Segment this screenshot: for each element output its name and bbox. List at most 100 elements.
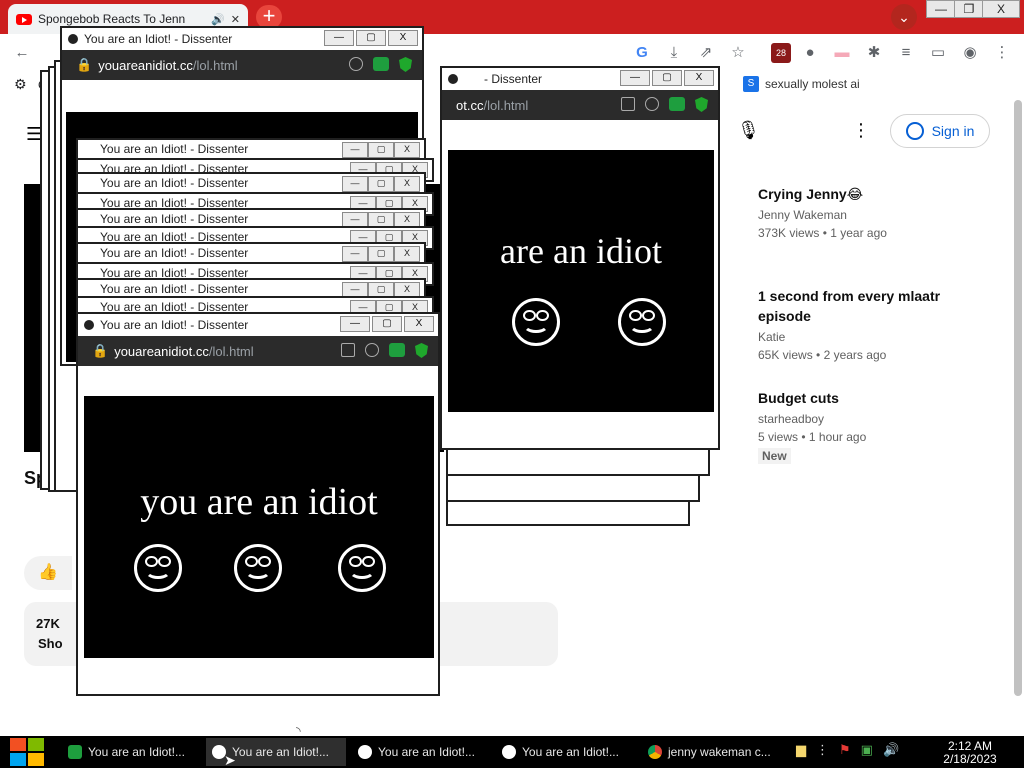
popup-window-front[interactable]: You are an Idiot! - Dissenter — ▢ X 🔒 yo…	[76, 312, 440, 696]
browser-minimize-button[interactable]: —	[926, 0, 956, 18]
taskbar-task-label: You are an Idiot!...	[232, 745, 329, 759]
popup-maximize-button[interactable]: ▢	[368, 176, 394, 192]
shield-icon[interactable]	[399, 57, 412, 72]
shield-icon[interactable]	[695, 97, 708, 112]
popup-close-button[interactable]: X	[404, 316, 434, 332]
microphone-icon[interactable]: 🎙	[737, 120, 760, 141]
recommendation-item[interactable]: 1 second from every mlaatr episode Katie…	[758, 286, 988, 362]
popup-maximize-button[interactable]: ▢	[652, 70, 682, 86]
sign-in-button[interactable]: Sign in	[890, 114, 990, 148]
reading-list-icon[interactable]: ≡	[896, 43, 916, 63]
popup-maximize-button[interactable]: ▢	[368, 246, 394, 262]
browser-restore-button[interactable]: ❐	[954, 0, 984, 18]
rec-channel[interactable]: Jenny Wakeman	[758, 208, 988, 222]
profile-icon[interactable]: ◉	[960, 43, 980, 63]
popup-window-controls: — ▢ X	[324, 30, 418, 46]
start-button[interactable]	[10, 738, 44, 766]
more-options-icon[interactable]: ⋮	[852, 120, 870, 141]
popup-minimize-button[interactable]: —	[324, 30, 354, 46]
apps-icon[interactable]: ⚙	[14, 76, 27, 93]
blocked-autoplay-icon[interactable]	[645, 97, 659, 111]
speaker-icon[interactable]: 🔊	[211, 13, 225, 26]
shield-icon[interactable]	[415, 343, 428, 358]
popup-minimize-button[interactable]: —	[620, 70, 650, 86]
clock-date: 2/18/2023	[943, 752, 997, 766]
blocked-autoplay-icon[interactable]	[365, 343, 379, 357]
popup-close-button[interactable]: X	[684, 70, 714, 86]
page-scrollbar[interactable]	[1014, 100, 1022, 696]
rec-meta: 5 views • 1 hour ago	[758, 430, 867, 444]
popup-window-right[interactable]: - Dissenter — ▢ X ot.cc/lol.html are an …	[440, 66, 720, 450]
recommendation-item[interactable]: Budget cuts starheadboy 5 views • 1 hour…	[758, 388, 988, 464]
popup-maximize-button[interactable]: ▢	[368, 142, 394, 158]
taskbar-task[interactable]: You are an Idiot!...	[62, 738, 198, 766]
bookmark-item[interactable]: S sexually molest ai	[743, 76, 860, 92]
bookmark-star-icon[interactable]: ☆	[728, 43, 748, 63]
volume-icon[interactable]: 🔊	[883, 742, 899, 758]
taskbar-task[interactable]: You are an Idiot!...	[496, 738, 632, 766]
google-icon[interactable]: G	[632, 43, 652, 63]
stacked-popup-title: You are an Idiot! - Dissenter	[100, 212, 249, 226]
popup-window-controls: — ▢ X	[340, 316, 434, 332]
url-text: youareanidiot.cc/lol.html	[114, 343, 254, 359]
browser-close-button[interactable]: X	[982, 0, 1020, 18]
popup-close-button[interactable]: X	[394, 142, 420, 158]
dissenter-icon[interactable]	[389, 343, 405, 357]
extension-badge[interactable]: 28	[771, 43, 791, 63]
like-button[interactable]: 👍	[24, 556, 72, 590]
flag-extension-icon[interactable]: ▬	[832, 43, 852, 63]
clock[interactable]: 2:12 AM 2/18/2023	[930, 740, 1010, 766]
rec-channel[interactable]: Katie	[758, 330, 988, 344]
tab-search-chevron-icon[interactable]: ⌄	[891, 4, 917, 30]
tray-more-icon[interactable]: ⋮	[816, 742, 829, 758]
popup-minimize-button[interactable]: —	[342, 176, 368, 192]
chrome-menu-icon[interactable]: ⋮	[992, 43, 1012, 63]
url-text: youareanidiot.cc/lol.html	[98, 57, 238, 73]
network-icon[interactable]: ▣	[861, 742, 873, 758]
description-show-more[interactable]: Sho	[38, 636, 63, 651]
tab-close-icon[interactable]: ✕	[231, 13, 240, 26]
flag-icon[interactable]: ⚑	[839, 742, 851, 758]
popup-url-bar[interactable]: 🔒 youareanidiot.cc/lol.html	[62, 50, 422, 80]
rec-channel[interactable]: starheadboy	[758, 412, 988, 426]
popup-close-button[interactable]: X	[394, 246, 420, 262]
popup-title: - Dissenter	[484, 72, 543, 86]
popup-close-button[interactable]: X	[388, 30, 418, 46]
download-icon[interactable]: ⤓	[664, 43, 684, 63]
sign-in-label: Sign in	[931, 123, 975, 139]
popup-minimize-button[interactable]: —	[342, 142, 368, 158]
popup-maximize-button[interactable]: ▢	[372, 316, 402, 332]
blocked-popup-icon[interactable]	[621, 97, 635, 111]
recommendation-item[interactable]: Crying Jenny😂 Jenny Wakeman 373K views •…	[758, 184, 988, 240]
stacked-popup-title: You are an Idiot! - Dissenter	[100, 282, 249, 296]
url-bar-icons	[341, 343, 428, 358]
blocked-autoplay-icon[interactable]	[349, 57, 363, 71]
smiley-face-icon	[618, 298, 666, 346]
rec-title: 1 second from every mlaatr episode	[758, 288, 941, 324]
popup-maximize-button[interactable]: ▢	[356, 30, 386, 46]
smiley-icon	[84, 320, 94, 330]
stacked-popup-title: You are an Idiot! - Dissenter	[100, 142, 249, 156]
blocked-popup-icon[interactable]	[341, 343, 355, 357]
extensions-puzzle-icon[interactable]: ✱	[864, 43, 884, 63]
avatar-extension-icon[interactable]: ●	[800, 43, 820, 63]
folder-icon[interactable]: ▆	[796, 742, 806, 758]
taskbar-task[interactable]: You are an Idiot!...	[352, 738, 488, 766]
popup-close-button[interactable]: X	[394, 176, 420, 192]
popup-url-bar[interactable]: 🔒 youareanidiot.cc/lol.html	[78, 336, 438, 366]
description-views: 27K	[36, 616, 60, 631]
back-icon[interactable]: ←	[12, 43, 32, 63]
dissenter-icon[interactable]	[373, 57, 389, 71]
popup-minimize-button[interactable]: —	[340, 316, 370, 332]
taskbar-task[interactable]: jenny wakeman c...	[642, 738, 782, 766]
rec-meta: 373K views • 1 year ago	[758, 226, 887, 240]
url-bar-icons	[349, 57, 412, 72]
popup-url-bar[interactable]: ot.cc/lol.html	[442, 90, 718, 120]
rec-meta: 65K views • 2 years ago	[758, 348, 887, 362]
share-icon[interactable]: ⇗	[696, 43, 716, 63]
dissenter-icon[interactable]	[669, 97, 685, 111]
url-bar-icons	[621, 97, 708, 112]
side-panel-icon[interactable]: ▭	[928, 43, 948, 63]
popup-minimize-button[interactable]: —	[342, 246, 368, 262]
tab-title: Spongebob Reacts To Jenn	[38, 12, 186, 26]
